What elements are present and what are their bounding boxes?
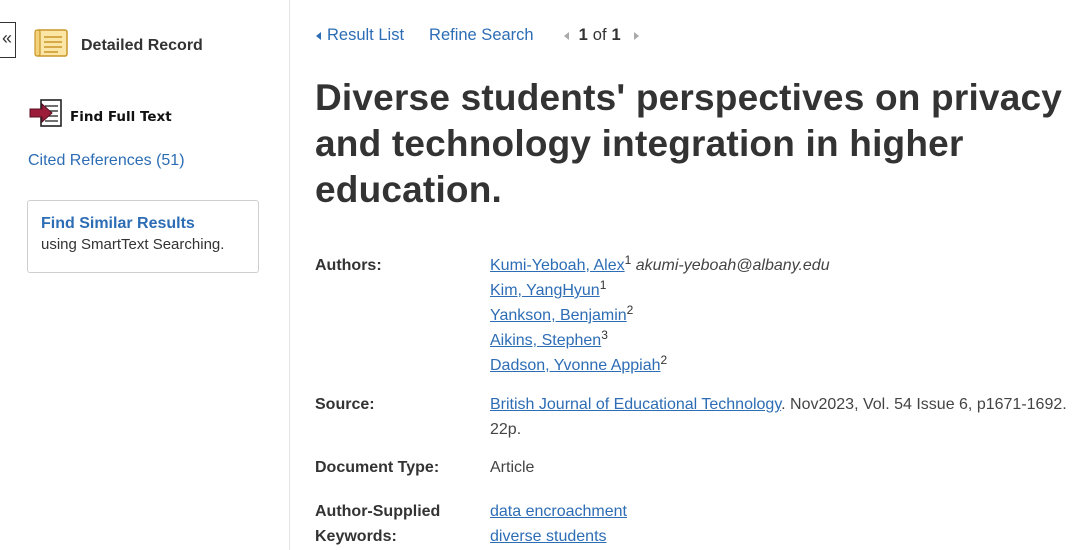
authors-label: Authors: — [315, 257, 382, 274]
keyword-link[interactable]: diverse students — [490, 528, 607, 545]
affiliation-sup: 1 — [624, 253, 632, 267]
authors-list: Kumi-Yeboah, Alex1 akumi-yeboah@albany.e… — [490, 253, 830, 378]
left-sidebar: « Detailed Record Find Full Text Cited R… — [0, 0, 290, 550]
author-link[interactable]: Kim, YangHyun — [490, 282, 600, 299]
title-line: Diverse students' perspectives on privac… — [315, 77, 1063, 118]
author-entry: Kim, YangHyun1 — [490, 278, 830, 303]
affiliation-sup: 1 — [599, 278, 607, 292]
author-link[interactable]: Aikins, Stephen — [490, 332, 601, 349]
record-title: Diverse students' perspectives on privac… — [315, 75, 1075, 213]
title-line: and technology integration in higher — [315, 123, 964, 164]
source-pages: 22p. — [490, 421, 522, 438]
find-similar-results-link[interactable]: Find Similar Results — [41, 215, 258, 233]
pager-total: 1 — [611, 26, 621, 44]
detailed-record-header: Detailed Record — [34, 27, 203, 64]
keywords-label-line: Keywords: — [315, 528, 397, 545]
find-similar-subtext: using SmartText Searching. — [41, 236, 225, 253]
refine-search-link[interactable]: Refine Search — [429, 26, 534, 45]
author-link[interactable]: Kumi-Yeboah, Alex — [490, 257, 625, 274]
author-entry: Aikins, Stephen3 — [490, 328, 830, 353]
result-list-link[interactable]: Result List — [327, 26, 404, 45]
pager-current: 1 — [578, 26, 588, 44]
full-text-arrow-icon — [28, 98, 68, 135]
authors-row: Authors: Kumi-Yeboah, Alex1 akumi-yeboah… — [315, 253, 1088, 378]
source-details: . Nov2023, Vol. 54 Issue 6, p1671-1692. — [781, 396, 1067, 413]
cited-references-link[interactable]: Cited References (51) — [28, 152, 185, 170]
author-email: akumi-yeboah@albany.edu — [635, 257, 830, 274]
affiliation-sup: 3 — [601, 328, 608, 342]
record-navigation: Result List Refine Search 1 of 1 — [316, 26, 639, 45]
source-label: Source: — [315, 396, 375, 413]
record-fields: Authors: Kumi-Yeboah, Alex1 akumi-yeboah… — [315, 253, 1088, 549]
document-record-icon — [34, 27, 70, 64]
document-type-label: Document Type: — [315, 459, 440, 476]
collapse-sidebar-button[interactable]: « — [0, 22, 16, 58]
keywords-row: Author-Supplied Keywords: data encroachm… — [315, 499, 1088, 549]
caret-left-icon — [316, 31, 321, 40]
document-type-row: Document Type: Article — [315, 455, 1088, 480]
find-full-text-link[interactable]: Find Full Text — [28, 98, 172, 135]
keywords-label-line: Author-Supplied — [315, 503, 441, 520]
author-link[interactable]: Yankson, Benjamin — [490, 307, 627, 324]
title-line: education. — [315, 169, 503, 210]
keyword-link[interactable]: data encroachment — [490, 503, 627, 520]
author-entry: Yankson, Benjamin2 — [490, 303, 830, 328]
next-record-icon[interactable] — [633, 31, 639, 40]
source-value: British Journal of Educational Technolog… — [490, 392, 1067, 442]
affiliation-sup: 2 — [626, 303, 634, 317]
previous-record-icon[interactable] — [563, 31, 569, 40]
source-row: Source: British Journal of Educational T… — [315, 392, 1088, 442]
find-full-text-label: Find Full Text — [70, 108, 172, 125]
document-type-value: Article — [490, 459, 535, 476]
detailed-record-label: Detailed Record — [81, 36, 203, 54]
keywords-label: Author-Supplied Keywords: — [315, 499, 490, 549]
find-similar-box: Find Similar Results using SmartText Sea… — [27, 200, 259, 273]
author-link[interactable]: Dadson, Yvonne Appiah — [490, 357, 661, 374]
pager-of: of — [592, 26, 607, 44]
keywords-list: data encroachment diverse students — [490, 499, 627, 549]
source-journal-link[interactable]: British Journal of Educational Technolog… — [490, 396, 781, 413]
affiliation-sup: 2 — [660, 353, 668, 367]
pager: 1 of 1 — [563, 26, 639, 45]
author-entry: Dadson, Yvonne Appiah2 — [490, 353, 830, 378]
author-entry: Kumi-Yeboah, Alex1 akumi-yeboah@albany.e… — [490, 253, 830, 278]
